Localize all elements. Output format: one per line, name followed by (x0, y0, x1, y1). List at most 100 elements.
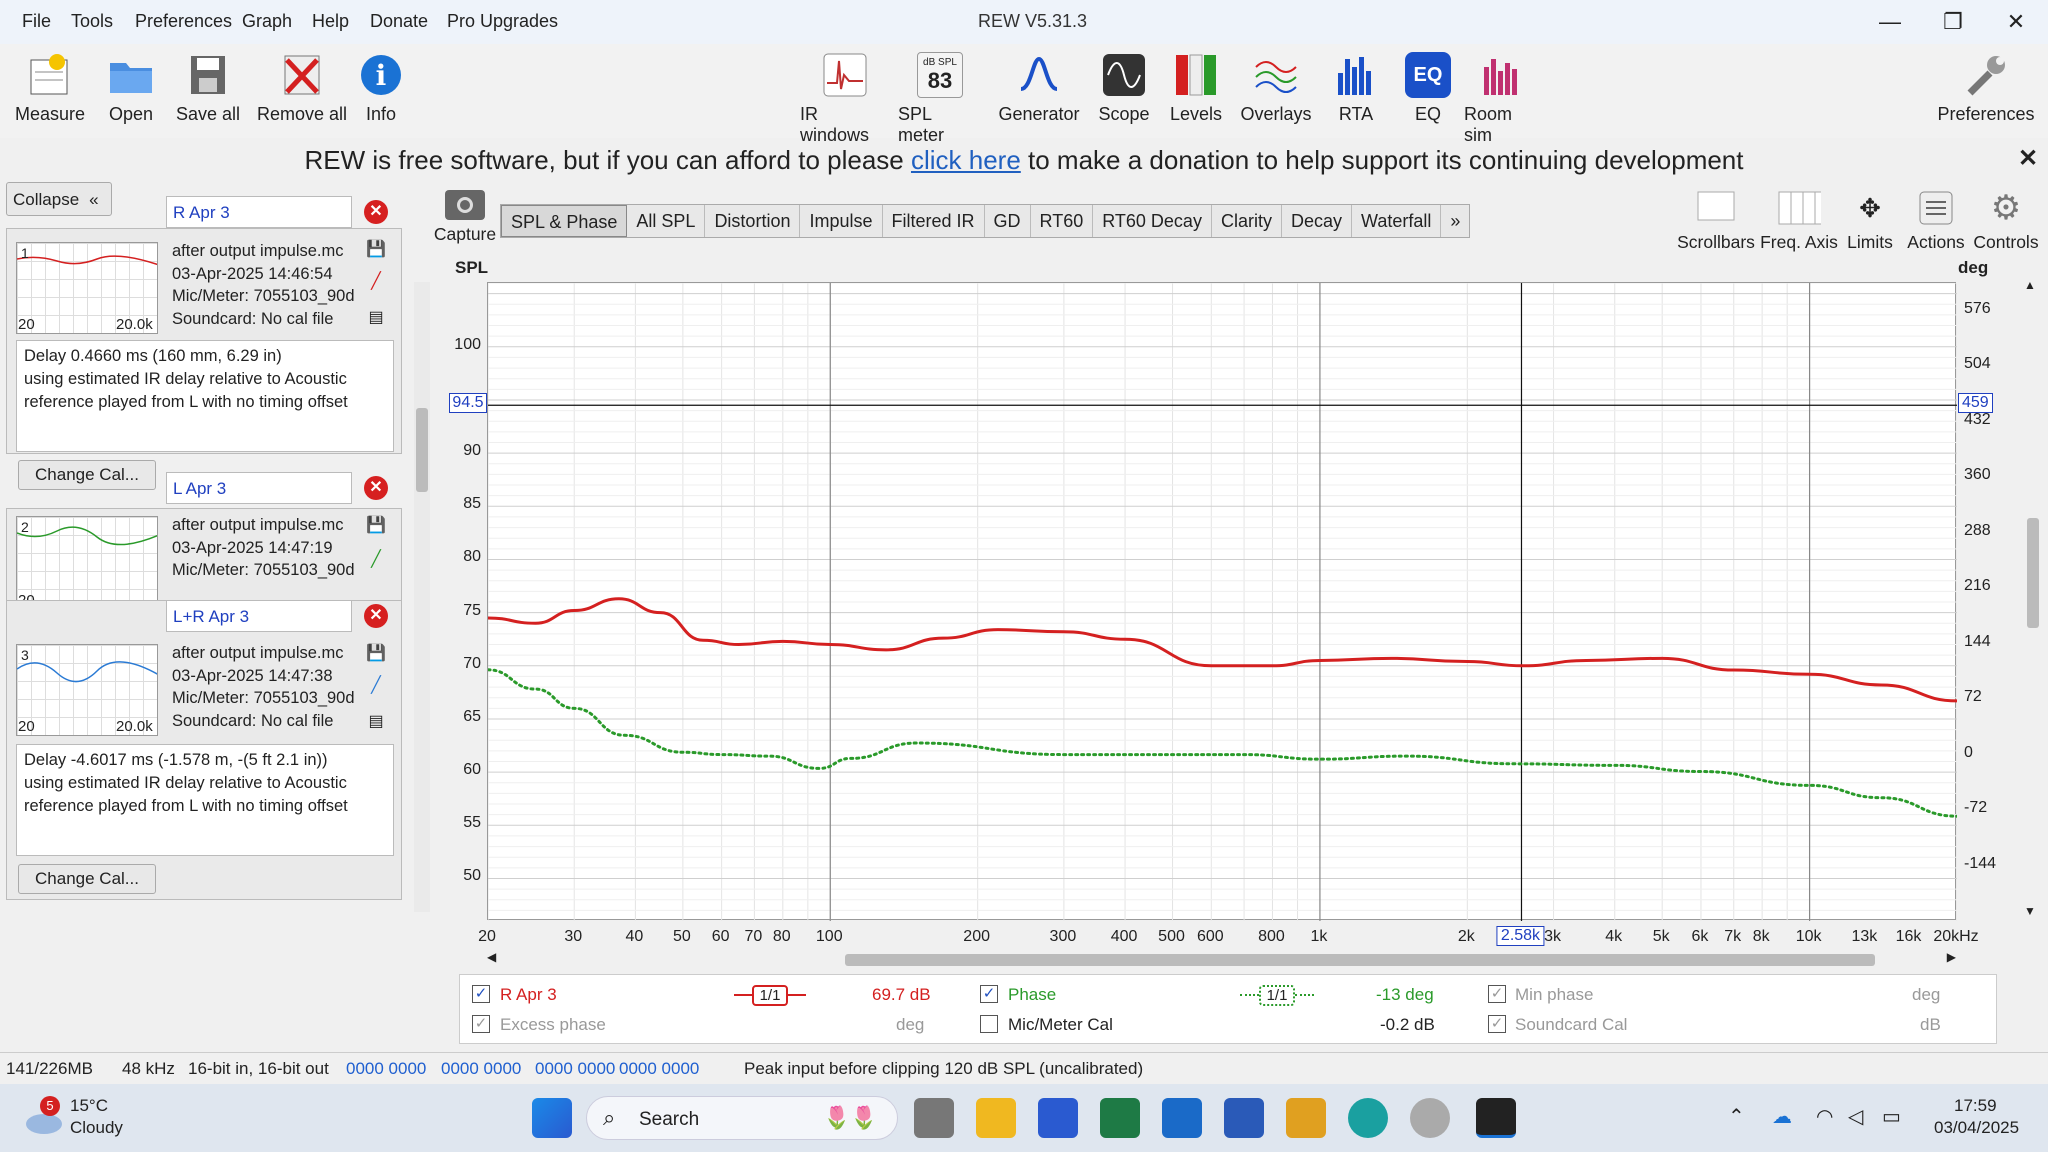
word-icon[interactable] (1224, 1098, 1264, 1138)
room-sim-button[interactable]: Room sim (1464, 52, 1540, 146)
search-box[interactable]: ⌕ Search 🌷🌷 (586, 1096, 898, 1140)
menu-tools[interactable]: Tools (71, 11, 113, 32)
actions-button[interactable]: Actions (1902, 188, 1970, 253)
scope-button[interactable]: Scope (1096, 52, 1152, 125)
preferences-button[interactable]: Preferences (1937, 52, 2035, 125)
tab-decay[interactable]: Decay (1282, 205, 1352, 237)
collapse-button[interactable]: Collapse « (6, 182, 112, 216)
excel-icon[interactable] (1100, 1098, 1140, 1138)
save-measurement-1-icon[interactable]: 💾 (366, 240, 386, 260)
graph-vertical-scrollbar[interactable]: ▲ ▼ (2024, 278, 2040, 920)
levels-button[interactable]: Levels (1170, 52, 1222, 125)
tab-waterfall[interactable]: Waterfall (1352, 205, 1442, 237)
notes-1-icon[interactable]: ▤ (366, 308, 386, 328)
remove-measurement-1-icon[interactable]: ✕ (364, 200, 388, 224)
start-icon[interactable] (532, 1098, 572, 1138)
panel-scrollbar[interactable] (414, 282, 430, 912)
clock-date[interactable]: 03/04/2025 (1934, 1118, 2019, 1138)
outlook-icon[interactable] (1162, 1098, 1202, 1138)
app-grey-icon[interactable] (1410, 1098, 1450, 1138)
scrollbars-button[interactable]: Scrollbars (1676, 188, 1756, 253)
eq-button[interactable]: EQ EQ (1404, 52, 1452, 125)
mic-cal-checkbox[interactable] (980, 1015, 998, 1033)
spl-meter-button[interactable]: dB SPL 83 SPL meter (898, 52, 982, 146)
measurement-notes-1[interactable]: Delay 0.4660 ms (160 mm, 6.29 in) using … (16, 340, 394, 452)
limits-button[interactable]: ✥ Limits (1844, 188, 1896, 253)
chevron-up-icon[interactable]: ⌃ (1728, 1104, 1745, 1129)
wifi-icon[interactable]: ◠ (1816, 1104, 1833, 1129)
file-explorer-icon[interactable] (976, 1098, 1016, 1138)
edge-icon[interactable] (1348, 1098, 1388, 1138)
line-colour-3-icon[interactable]: ╱ (366, 676, 386, 696)
rta-button[interactable]: RTA (1334, 52, 1378, 125)
save-all-button[interactable]: Save all (172, 52, 244, 125)
minimize-icon[interactable]: — (1867, 5, 1913, 39)
weather-badge: 5 (40, 1096, 60, 1116)
menu-pro-upgrades[interactable]: Pro Upgrades (447, 11, 558, 32)
spl-phase-graph[interactable] (486, 282, 1959, 922)
rew-app-icon[interactable] (1476, 1098, 1516, 1138)
app-blue-icon[interactable] (1038, 1098, 1078, 1138)
freq-axis-button[interactable]: Freq. Axis (1754, 188, 1844, 253)
volume-icon[interactable]: ◁ (1848, 1104, 1863, 1129)
capture-button[interactable]: Capture (432, 190, 498, 245)
tab-filtered-ir[interactable]: Filtered IR (883, 205, 985, 237)
tab-spl-phase[interactable]: SPL & Phase (501, 205, 628, 237)
clock-time[interactable]: 17:59 (1954, 1096, 1997, 1116)
notes-3-icon[interactable]: ▤ (366, 712, 386, 732)
tab-gd[interactable]: GD (985, 205, 1031, 237)
measurement-name-2[interactable]: L Apr 3 (166, 472, 352, 504)
save-measurement-3-icon[interactable]: 💾 (366, 644, 386, 664)
measure-button[interactable]: Measure (14, 52, 86, 125)
donation-link[interactable]: click here (911, 145, 1021, 175)
measurement-notes-3[interactable]: Delay -4.6017 ms (-1.578 m, -(5 ft 2.1 i… (16, 744, 394, 856)
measurement-name-3[interactable]: L+R Apr 3 (166, 600, 352, 632)
remove-measurement-3-icon[interactable]: ✕ (364, 604, 388, 628)
tab-clarity[interactable]: Clarity (1212, 205, 1282, 237)
close-banner-icon[interactable]: ✕ (2018, 144, 2038, 173)
close-icon[interactable]: ✕ (1993, 5, 2039, 39)
tab-rt60-decay[interactable]: RT60 Decay (1093, 205, 1212, 237)
maximize-icon[interactable]: ❐ (1930, 5, 1976, 39)
line-colour-1-icon[interactable]: ╱ (366, 272, 386, 292)
phase-checkbox[interactable]: ✓ (980, 985, 998, 1003)
y-tick-left: 70 (463, 654, 481, 672)
line-colour-2-icon[interactable]: ╱ (366, 550, 386, 570)
menu-graph[interactable]: Graph (242, 11, 292, 32)
excess-phase-checkbox[interactable]: ✓ (472, 1015, 490, 1033)
menu-preferences[interactable]: Preferences (135, 11, 232, 32)
tab-all-spl[interactable]: All SPL (627, 205, 706, 237)
r-apr3-checkbox[interactable]: ✓ (472, 985, 490, 1003)
status-memory[interactable]: 141/226MB (6, 1059, 93, 1079)
folder-app-icon[interactable] (1286, 1098, 1326, 1138)
open-button[interactable]: Open (100, 52, 162, 125)
remove-all-button[interactable]: Remove all (256, 52, 348, 125)
weather-icon[interactable]: 5 (24, 1096, 64, 1136)
graph-horizontal-scrollbar[interactable]: ◀ ▶ (487, 950, 1956, 968)
change-cal-button-1[interactable]: Change Cal... (18, 460, 156, 490)
tab-more[interactable]: » (1441, 205, 1469, 237)
remove-measurement-2-icon[interactable]: ✕ (364, 476, 388, 500)
battery-icon[interactable]: ▭ (1882, 1104, 1901, 1129)
r-smoothing-selector[interactable]: 1/1 (734, 983, 807, 1007)
generator-button[interactable]: Generator (994, 52, 1084, 125)
ir-windows-button[interactable]: IR windows (800, 52, 890, 146)
phase-smoothing-selector[interactable]: 1/1 (1240, 983, 1315, 1007)
measurement-thumbnail-2[interactable]: 2 (16, 516, 158, 608)
menu-help[interactable]: Help (312, 11, 349, 32)
save-measurement-2-icon[interactable]: 💾 (366, 516, 386, 536)
controls-button[interactable]: ⚙ Controls (1966, 188, 2046, 253)
info-button[interactable]: i Info (356, 52, 406, 125)
menu-donate[interactable]: Donate (370, 11, 428, 32)
measurement-name-1[interactable]: R Apr 3 (166, 196, 352, 228)
tab-rt60[interactable]: RT60 (1031, 205, 1094, 237)
tab-distortion[interactable]: Distortion (705, 205, 801, 237)
task-view-icon[interactable] (914, 1098, 954, 1138)
overlays-button[interactable]: Overlays (1240, 52, 1312, 125)
onedrive-icon[interactable]: ☁ (1772, 1104, 1792, 1129)
change-cal-button-3[interactable]: Change Cal... (18, 864, 156, 894)
min-phase-checkbox[interactable]: ✓ (1488, 985, 1506, 1003)
menu-file[interactable]: File (22, 11, 51, 32)
soundcard-cal-checkbox[interactable]: ✓ (1488, 1015, 1506, 1033)
tab-impulse[interactable]: Impulse (800, 205, 883, 237)
